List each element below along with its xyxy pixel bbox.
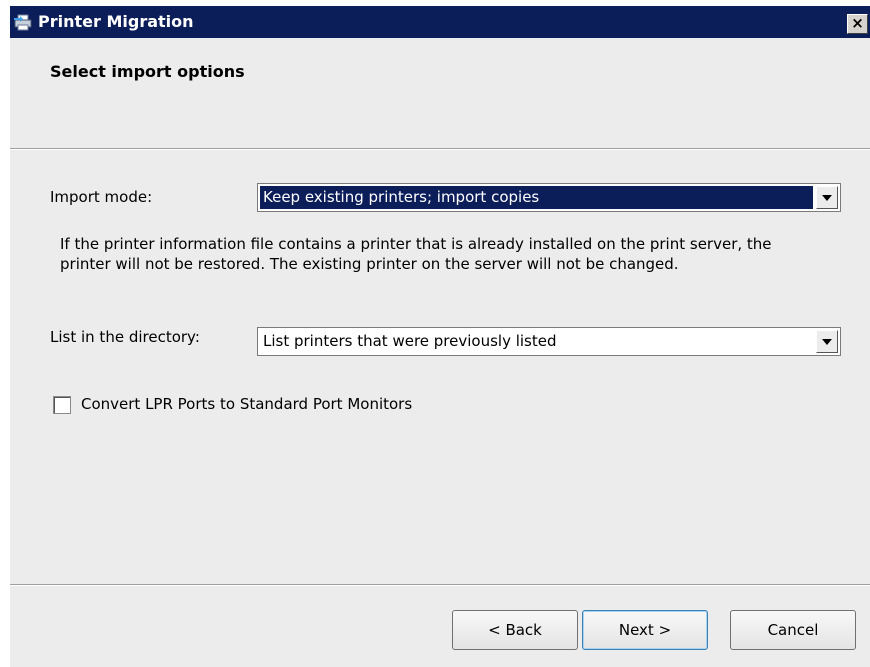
back-button[interactable]: < Back: [452, 610, 578, 650]
directory-select[interactable]: List printers that were previously liste…: [257, 327, 841, 356]
header-panel: Select import options: [10, 38, 870, 148]
footer-divider: [10, 584, 870, 586]
printer-migration-dialog: Printer Migration × Select import option…: [10, 6, 870, 667]
directory-label: List in the directory:: [50, 328, 200, 346]
chevron-down-icon: [822, 195, 832, 201]
window-title: Printer Migration: [38, 12, 194, 31]
import-mode-select[interactable]: Keep existing printers; import copies: [257, 183, 841, 212]
import-mode-label: Import mode:: [50, 188, 153, 206]
directory-value: List printers that were previously liste…: [263, 332, 557, 350]
lpr-ports-checkbox[interactable]: [53, 396, 71, 414]
page-heading: Select import options: [50, 62, 245, 81]
close-icon: ×: [851, 14, 864, 32]
cancel-button[interactable]: Cancel: [730, 610, 856, 650]
title-bar[interactable]: Printer Migration ×: [10, 6, 870, 38]
import-mode-value: Keep existing printers; import copies: [260, 186, 813, 209]
next-button[interactable]: Next >: [582, 610, 708, 650]
chevron-down-icon: [822, 339, 832, 345]
import-mode-description: If the printer information file contains…: [60, 235, 772, 273]
printer-icon: [14, 14, 32, 31]
lpr-ports-label[interactable]: Convert LPR Ports to Standard Port Monit…: [81, 395, 412, 413]
directory-dropdown-button[interactable]: [816, 330, 838, 353]
header-divider: [10, 148, 870, 150]
import-mode-dropdown-button[interactable]: [816, 186, 838, 209]
close-button[interactable]: ×: [847, 14, 868, 34]
